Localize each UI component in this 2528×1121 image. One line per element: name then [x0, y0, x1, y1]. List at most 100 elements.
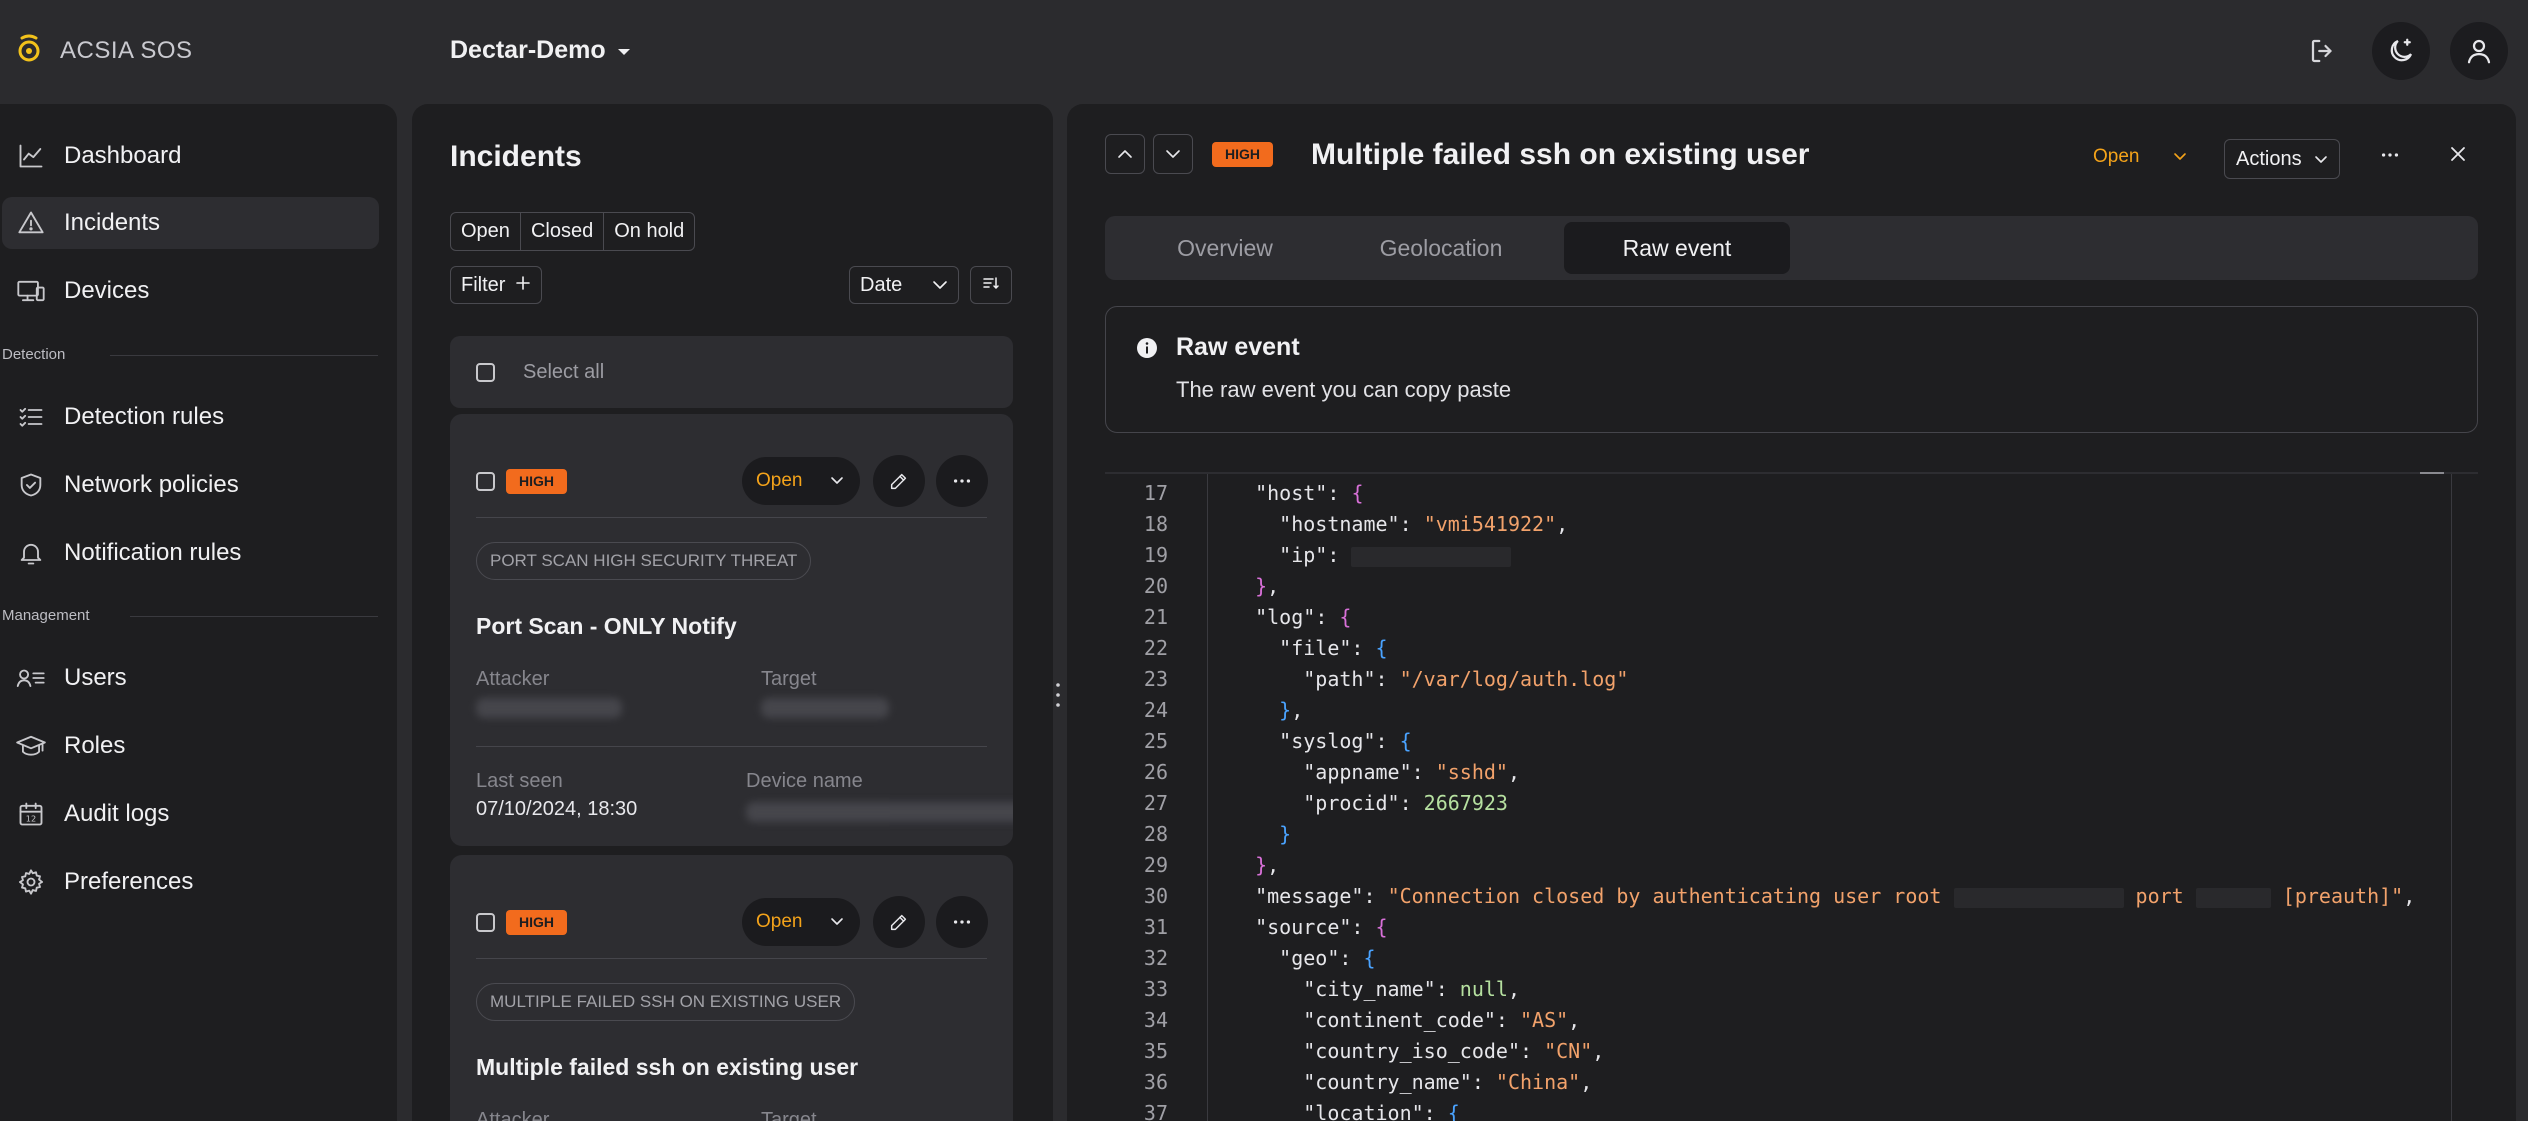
- code-token: :: [1399, 791, 1424, 815]
- redacted-value: [1351, 546, 1512, 567]
- sidebar-item-detection-rules[interactable]: Detection rules: [2, 391, 379, 443]
- edit-button[interactable]: [873, 455, 925, 507]
- close-panel-button[interactable]: [2448, 144, 2468, 169]
- filter-tab-on-hold[interactable]: On hold: [604, 213, 694, 250]
- code-line: 23 "path": "/var/log/auth.log": [1105, 664, 1628, 695]
- code-token: :: [1435, 977, 1460, 1001]
- select-all-checkbox[interactable]: [476, 362, 495, 382]
- ellipsis-icon: [2381, 153, 2399, 157]
- org-name: Dectar-Demo: [450, 36, 606, 64]
- section-label-detection: Detection: [2, 346, 66, 363]
- logout-button[interactable]: [2294, 22, 2352, 80]
- sidebar-item-audit-logs[interactable]: 12 Audit logs: [2, 788, 379, 840]
- code-token: {: [1399, 729, 1412, 753]
- sidebar-item-notification-rules[interactable]: Notification rules: [2, 527, 379, 579]
- incident-checkbox[interactable]: [476, 913, 495, 932]
- code-content: "procid": 2667923: [1231, 791, 1508, 815]
- code-token: ,: [1507, 977, 1521, 1001]
- raw-event-info-box: Raw event The raw event you can copy pas…: [1105, 306, 2478, 433]
- sidebar-item-roles[interactable]: Roles: [2, 720, 379, 772]
- incident-checkbox[interactable]: [476, 472, 495, 491]
- theme-toggle-button[interactable]: [2372, 22, 2430, 80]
- sidebar-item-preferences[interactable]: Preferences: [2, 856, 379, 908]
- chevron-down-icon: [2173, 146, 2187, 168]
- code-token: {: [1363, 946, 1376, 970]
- code-line: 19 "ip":: [1105, 540, 1512, 571]
- code-token: "hostname": [1279, 512, 1400, 536]
- status-dropdown[interactable]: Open: [742, 898, 860, 946]
- code-token: }: [1255, 853, 1268, 877]
- tab-raw-event[interactable]: Raw event: [1564, 222, 1790, 274]
- more-button[interactable]: [936, 455, 988, 507]
- section-divider: [110, 355, 378, 356]
- attacker-label: Attacker: [476, 668, 550, 690]
- filter-button[interactable]: Filter: [450, 266, 543, 304]
- redacted-value: [2195, 887, 2271, 908]
- code-content: "hostname": "vmi541922",: [1231, 512, 1568, 536]
- sort-direction-button[interactable]: [970, 266, 1012, 304]
- status-label: Open: [2093, 146, 2140, 167]
- code-line: 22 "file": {: [1105, 633, 1388, 664]
- redacted-value: [1953, 887, 2124, 908]
- more-options-button[interactable]: [2379, 144, 2401, 171]
- editor-scroll-marker[interactable]: [2420, 472, 2444, 474]
- code-content: "appname": "sshd",: [1231, 760, 1520, 784]
- sort-field-select[interactable]: Date: [849, 266, 959, 304]
- tab-overview[interactable]: Overview: [1125, 222, 1325, 274]
- sidebar-item-users[interactable]: Users: [2, 652, 379, 704]
- tab-geolocation[interactable]: Geolocation: [1341, 222, 1541, 274]
- panel-resize-handle[interactable]: [1055, 680, 1061, 715]
- incident-title: Multiple failed ssh on existing user: [476, 1054, 859, 1080]
- sidebar-item-dashboard[interactable]: Dashboard: [2, 130, 379, 182]
- severity-badge: HIGH: [1212, 142, 1273, 167]
- target-value-redacted: [761, 698, 889, 718]
- more-button[interactable]: [936, 896, 988, 948]
- code-content: "country_name": "China",: [1231, 1070, 1592, 1094]
- actions-dropdown[interactable]: Actions: [2224, 139, 2340, 179]
- filter-tab-open[interactable]: Open: [451, 213, 521, 250]
- code-token: "location": [1303, 1101, 1424, 1121]
- warning-triangle-icon: [0, 209, 64, 237]
- editor-scrollbar-track[interactable]: [2451, 474, 2452, 1121]
- plus-icon: [515, 274, 531, 297]
- filter-tab-closed[interactable]: Closed: [521, 213, 605, 250]
- line-number: 27: [1143, 791, 1168, 815]
- org-selector[interactable]: Dectar-Demo: [450, 36, 632, 65]
- code-token: :: [1351, 636, 1376, 660]
- next-incident-button[interactable]: [1153, 134, 1193, 174]
- incident-card[interactable]: HIGH Open MULTIPLE FAILED SSH ON EXISTIN…: [450, 855, 1013, 1121]
- select-all-row[interactable]: Select all: [450, 336, 1013, 408]
- code-line: 35 "country_iso_code": "CN",: [1105, 1036, 1604, 1067]
- sidebar-item-label: Audit logs: [64, 800, 170, 827]
- card-divider: [476, 746, 987, 747]
- brand[interactable]: ACSIA SOS: [14, 32, 193, 69]
- close-icon: [2451, 147, 2465, 161]
- incident-card[interactable]: HIGH Open PORT SCAN HIGH SECURITY THREAT…: [450, 414, 1013, 846]
- status-dropdown[interactable]: Open: [2093, 146, 2187, 168]
- sidebar: Dashboard Incidents Devices Detection De…: [0, 104, 397, 1121]
- info-title: Raw event: [1176, 333, 1300, 361]
- actions-label: Actions: [2236, 147, 2302, 170]
- previous-incident-button[interactable]: [1105, 134, 1145, 174]
- sidebar-item-incidents[interactable]: Incidents: [2, 197, 379, 249]
- edit-button[interactable]: [873, 896, 925, 948]
- code-line: 31 "source": {: [1105, 912, 1388, 943]
- code-token: }: [1255, 574, 1268, 598]
- code-content: },: [1231, 698, 1303, 722]
- raw-event-code-editor[interactable]: 17 "host": {18 "hostname": "vmi541922", 1…: [1105, 472, 2478, 1121]
- status-label: Open: [756, 911, 803, 932]
- code-token: :: [1339, 946, 1364, 970]
- code-content: "continent_code": "AS",: [1231, 1008, 1580, 1032]
- sidebar-item-network-policies[interactable]: Network policies: [2, 459, 379, 511]
- user-menu-button[interactable]: [2450, 22, 2508, 80]
- sidebar-item-devices[interactable]: Devices: [2, 265, 379, 317]
- sidebar-item-label: Incidents: [64, 209, 161, 236]
- code-token: {: [1447, 1101, 1460, 1121]
- status-dropdown[interactable]: Open: [742, 457, 860, 505]
